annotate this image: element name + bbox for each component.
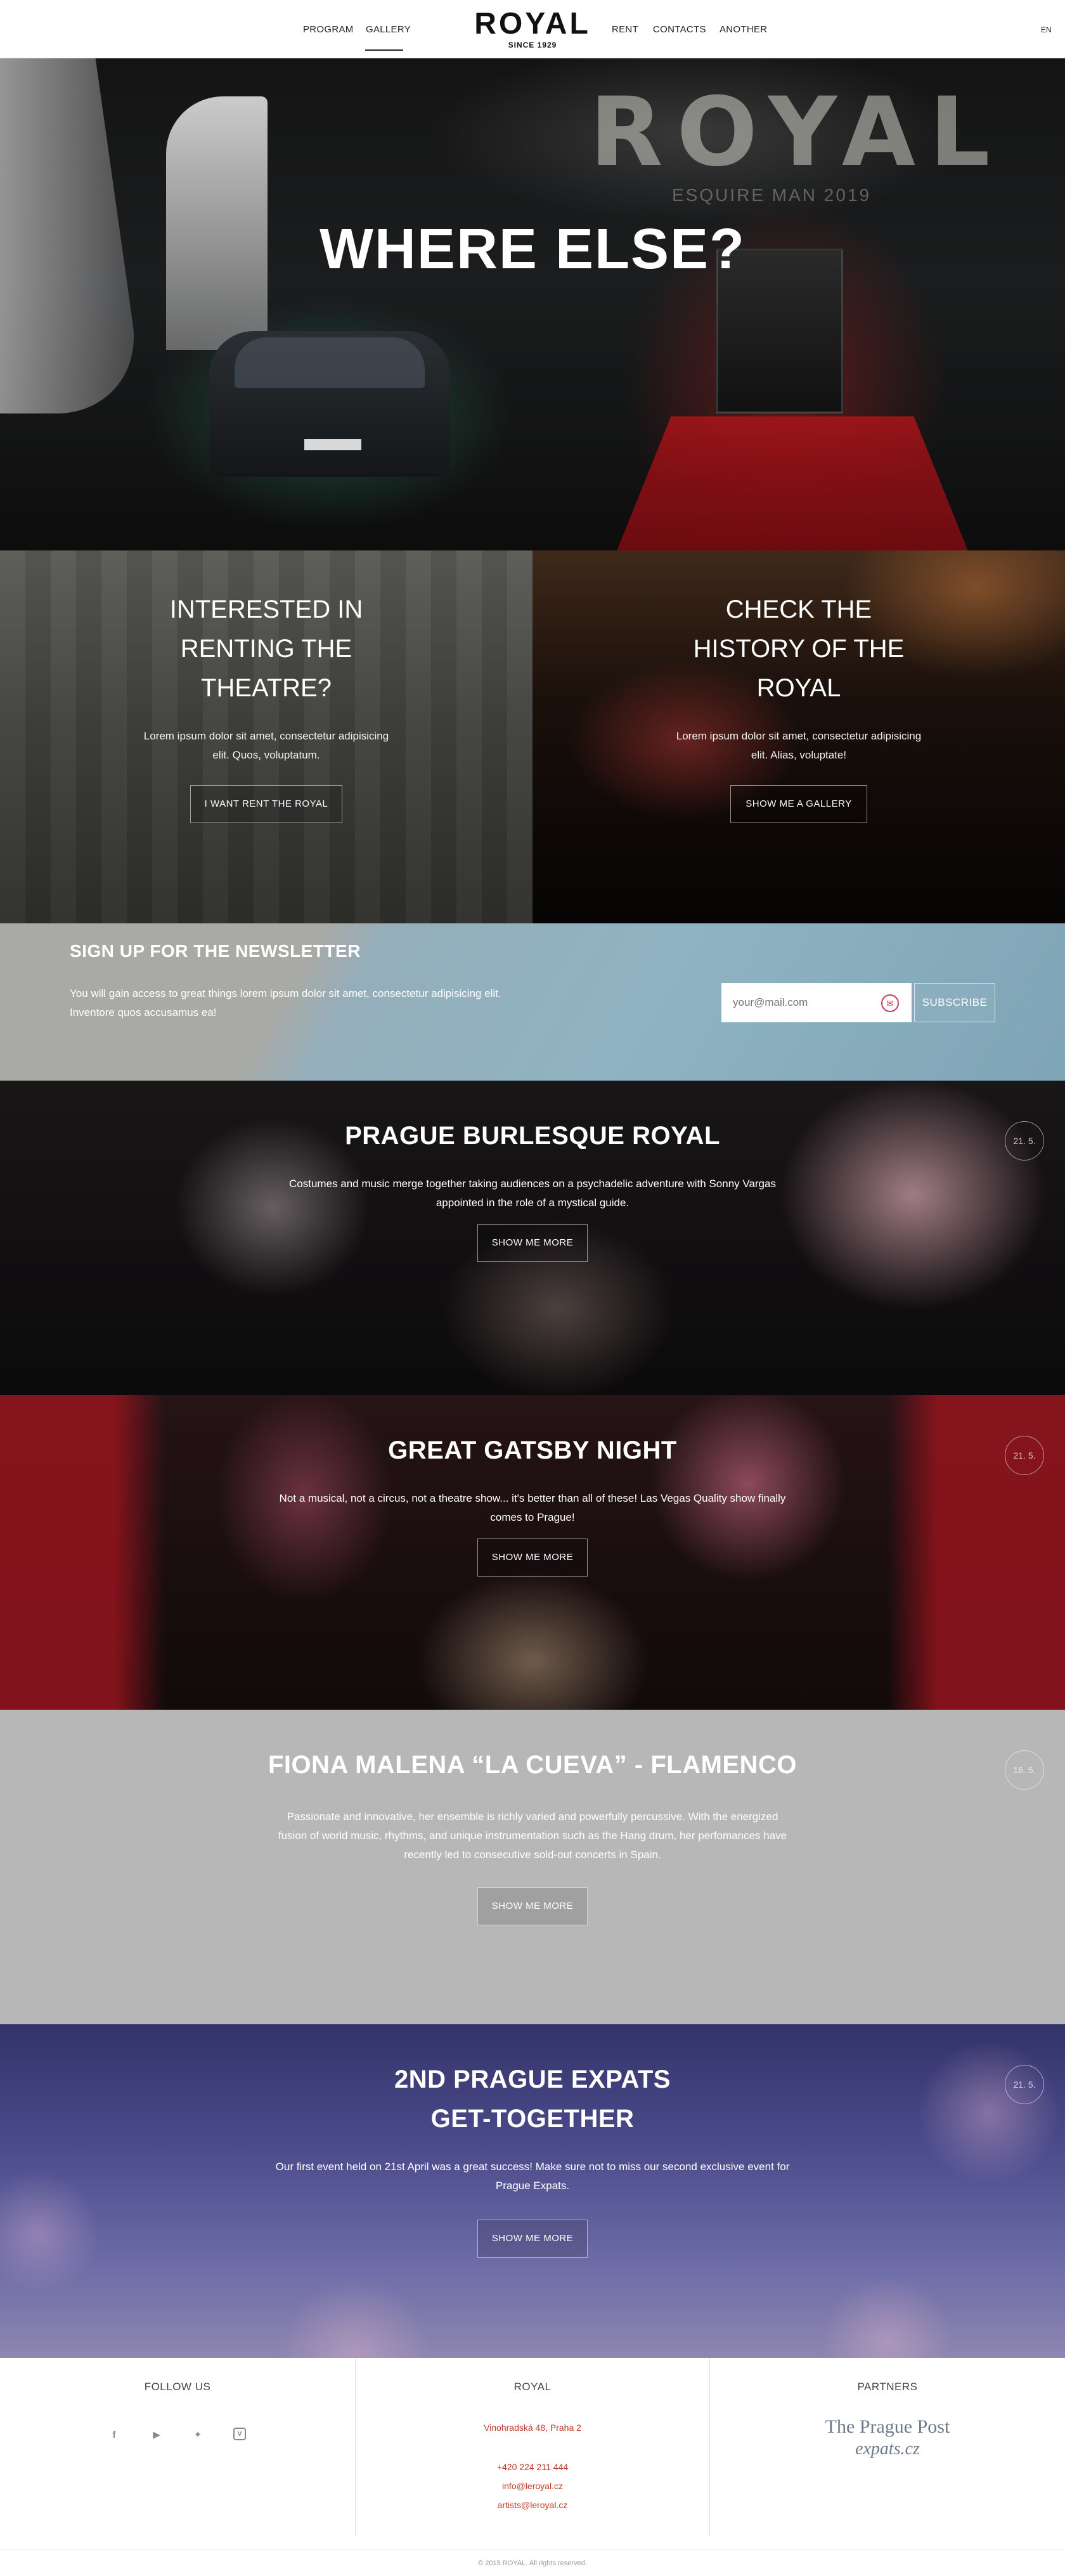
subscribe-button[interactable]: SUBSCRIBE [914,983,995,1022]
show-gallery-button[interactable]: SHOW ME A GALLERY [730,785,867,823]
promo-rent-title: INTERESTED IN RENTING THE THEATRE? [139,590,393,708]
language-switch[interactable]: EN [1041,25,1052,34]
hero-title: WHERE ELSE? [0,217,1065,282]
footer-follow-title: FOLLOW US [0,2381,355,2393]
newsletter-title: SIGN UP FOR THE NEWSLETTER [70,941,361,961]
promo-history-title: CHECK THE HISTORY OF THE ROYAL [672,590,926,708]
vine-icon[interactable]: V [233,2428,246,2440]
nav-active-indicator [365,49,403,51]
copyright: © 2015 ROYAL. All rights reserved. [0,2560,1065,2567]
hero-sign-subtitle: ESQUIRE MAN 2019 [672,185,871,205]
event-description: Passionate and innovative, her ensemble … [273,1807,792,1864]
footer-partners-title: PARTNERS [710,2381,1065,2393]
promo-rent: INTERESTED IN RENTING THE THEATRE? Lorem… [0,550,532,923]
hero-theatre-sign: ROYAL [590,77,1004,188]
event-burlesque: PRAGUE BURLESQUE ROYAL Costumes and musi… [0,1081,1065,1395]
event-expats: 2ND PRAGUE EXPATS GET-TOGETHER Our first… [0,2024,1065,2358]
event-description: Costumes and music merge together taking… [273,1174,792,1213]
logo-since: SINCE 1929 [469,41,596,49]
footer-email-artists[interactable]: artists@leroyal.cz [356,2500,709,2510]
email-autofill-icon[interactable]: ✉ [881,994,899,1012]
event-title: FIONA MALENA “LA CUEVA” - FLAMENCO [0,1745,1065,1785]
event-description: Our first event held on 21st April was a… [273,2157,792,2195]
show-more-button[interactable]: SHOW ME MORE [477,1887,588,1925]
partner-prague-post-logo[interactable]: The Prague Post [710,2416,1065,2438]
site-logo[interactable]: ROYAL SINCE 1929 [469,9,596,49]
logo-wordmark: ROYAL [469,9,596,39]
hero-red-carpet [610,416,975,550]
show-more-button[interactable]: SHOW ME MORE [477,1224,588,1262]
footer-email-info[interactable]: info@leroyal.cz [356,2481,709,2491]
event-description: Not a musical, not a circus, not a theat… [273,1489,792,1527]
youtube-icon[interactable]: ▶ [149,2428,164,2443]
site-header: PROGRAM GALLERY ROYAL SINCE 1929 RENT CO… [0,0,1065,58]
event-flamenco: FIONA MALENA “LA CUEVA” - FLAMENCO Passi… [0,1710,1065,2024]
event-date-badge: 16. 5. [1005,1750,1044,1790]
facebook-icon[interactable]: f [106,2428,122,2443]
footer-address[interactable]: Vinohradská 48, Praha 2 [356,2423,709,2433]
nav-gallery[interactable]: GALLERY [366,24,411,35]
footer-follow: FOLLOW US f ▶ ✦ V [0,2358,355,2537]
nav-contacts[interactable]: CONTACTS [653,24,706,35]
partner-expats-logo[interactable]: expats.cz [710,2439,1065,2459]
event-title: GREAT GATSBY NIGHT [0,1431,1065,1470]
hero-car-plate [304,439,361,450]
event-date-badge: 21. 5. [1005,2065,1044,2104]
promo-rent-text: Lorem ipsum dolor sit amet, consectetur … [139,727,393,765]
footer-royal-title: ROYAL [356,2381,709,2393]
nav-another[interactable]: ANOTHER [720,24,767,35]
newsletter-section: SIGN UP FOR THE NEWSLETTER You will gain… [0,923,1065,1081]
footer-partners: PARTNERS The Prague Post expats.cz [710,2358,1065,2537]
nav-rent[interactable]: RENT [612,24,638,35]
show-more-button[interactable]: SHOW ME MORE [477,1538,588,1577]
rent-royal-button[interactable]: I WANT RENT THE ROYAL [190,785,342,823]
event-date-badge: 21. 5. [1005,1436,1044,1475]
event-title: PRAGUE BURLESQUE ROYAL [0,1116,1065,1155]
hero-section: ROYAL ESQUIRE MAN 2019 WHERE ELSE? [0,58,1065,550]
show-more-button[interactable]: SHOW ME MORE [477,2220,588,2258]
hero-car-window [235,337,425,388]
footer-phone[interactable]: +420 224 211 444 [356,2462,709,2472]
event-gatsby: GREAT GATSBY NIGHT Not a musical, not a … [0,1395,1065,1710]
promo-history-text: Lorem ipsum dolor sit amet, consectetur … [672,727,926,765]
footer-divider [0,2549,1065,2550]
event-title: 2ND PRAGUE EXPATS GET-TOGETHER [374,2060,691,2138]
newsletter-text: You will gain access to great things lor… [70,984,526,1022]
twitter-icon[interactable]: ✦ [190,2428,205,2443]
promo-history: CHECK THE HISTORY OF THE ROYAL Lorem ips… [532,550,1065,923]
event-date-badge: 21. 5. [1005,1121,1044,1161]
site-footer: FOLLOW US f ▶ ✦ V ROYAL Vinohradská 48, … [0,2358,1065,2576]
nav-program[interactable]: PROGRAM [303,24,354,35]
footer-contact: ROYAL Vinohradská 48, Praha 2 +420 224 2… [355,2358,710,2537]
